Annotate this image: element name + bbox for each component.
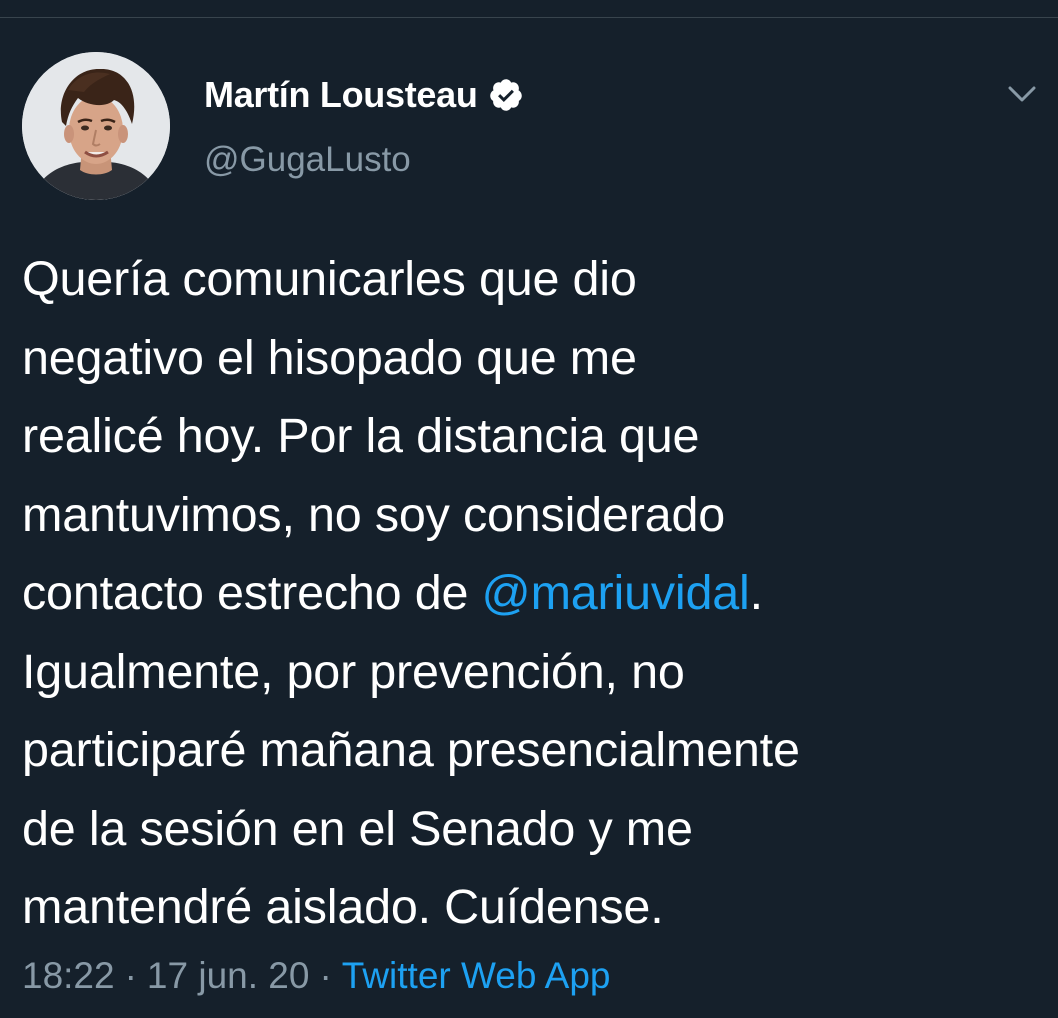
tweet-date[interactable]: 17 jun. 20 [147,955,310,997]
tweet-text-line: mantuvimos, no soy considerado [22,487,726,542]
profile-photo [22,52,170,200]
tweet-text-line: mantendré aislado. Cuídense. [22,880,664,934]
mention-link[interactable]: @mariuvidal [482,566,750,620]
tweet-text-line: Igualmente, por prevención, no [22,644,685,699]
tweet-text-line: realicé hoy. Por la distancia que [22,409,700,463]
tweet-text-line: participaré mañana presencialmente [22,723,800,777]
tweet-source-link[interactable]: Twitter Web App [342,955,611,997]
chevron-down-icon[interactable] [1004,78,1040,110]
tweet-meta: 18:22 · 17 jun. 20 · Twitter Web App [22,955,611,997]
tweet-text-segment: . [749,566,763,620]
verified-badge-icon [488,77,524,113]
tweet-text-line: contacto estrecho de @mariuvidal. [22,554,1038,633]
author-name-row: Martín Lousteau [204,72,524,118]
meta-separator: · [319,955,332,996]
avatar[interactable] [22,52,170,200]
tweet-text: Quería comunicarles que dio negativo el … [22,240,1038,947]
tweet-text-line: negativo el hisopado que me [22,330,637,385]
tweet-card: Martín Lousteau @GugaLusto Quería comuni… [0,0,1058,1018]
meta-separator: · [124,955,137,996]
tweet-text-line: Quería comunicarles que dio [22,252,637,306]
tweet-text-segment: contacto estrecho de [22,566,482,620]
tweet-text-line: de la sesión en el Senado y me [22,801,693,856]
author-handle[interactable]: @GugaLusto [204,140,411,180]
author-display-name[interactable]: Martín Lousteau [204,74,478,116]
tweet-time[interactable]: 18:22 [22,955,115,997]
